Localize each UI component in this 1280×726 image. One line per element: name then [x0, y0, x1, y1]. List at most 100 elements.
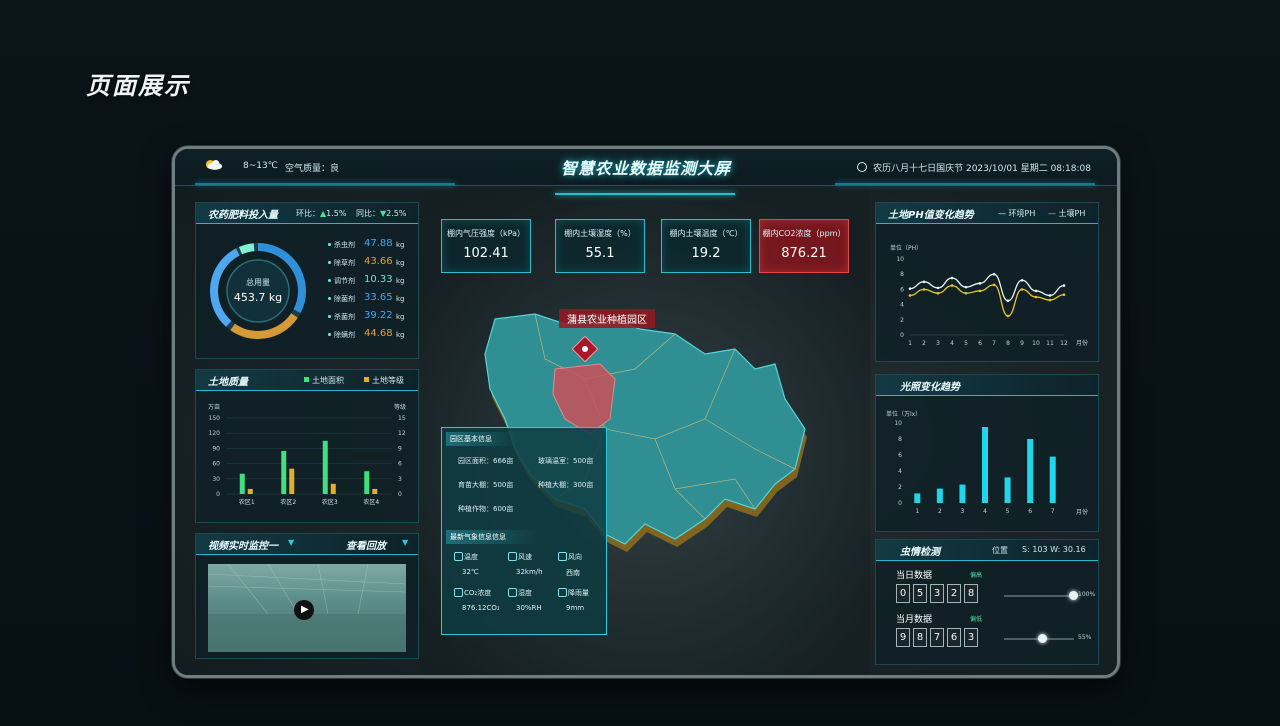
thermometer-icon	[454, 552, 463, 561]
video-dropdown-icon[interactable]: ▼	[288, 538, 294, 547]
land-grade-bar	[247, 488, 253, 494]
mom-label: 同比：	[356, 209, 380, 218]
ph-point	[1048, 294, 1052, 297]
playback-link[interactable]: 查看回放	[346, 537, 386, 552]
header-deco-center	[555, 193, 735, 195]
counter-digit: 8	[964, 584, 978, 603]
ph-x-tick: 6	[978, 340, 982, 347]
land-x-label: 农区3	[322, 498, 338, 506]
fertilizer-item-unit: kg	[396, 313, 405, 321]
land-y-right-tick: 3	[398, 476, 402, 483]
ph-y-tick: 10	[896, 256, 904, 263]
land-area-bar	[364, 471, 370, 494]
land-y-left-tick: 60	[212, 461, 220, 468]
ph-y-tick: 8	[900, 271, 904, 278]
light-x-tick: 7	[1051, 508, 1055, 515]
ph-point	[1048, 298, 1052, 302]
month-slider-knob[interactable]	[1037, 634, 1047, 643]
today-slider-knob[interactable]	[1069, 591, 1078, 600]
ph-point	[978, 289, 982, 293]
ph-point	[1034, 289, 1038, 293]
metric-label: 棚内土壤湿度（%）	[564, 229, 636, 238]
legend-land-area-label: 土地面积	[312, 376, 344, 385]
ph-chart: 10864201 2 3 4 5 6 7 8 9 10 11 12	[896, 256, 1068, 347]
land-area-bar	[322, 440, 328, 494]
land-chart: 150 15120 1290 960 630 30 0农区1 农区2 农区3 农区4	[209, 415, 406, 506]
play-button[interactable]: ▶	[294, 600, 314, 620]
donut-center-label: 总用量	[246, 278, 270, 287]
ph-x-tick: 10	[1032, 340, 1040, 347]
metric-label: 棚内CO2浓度（ppm）	[762, 229, 846, 238]
land-title-bar: 土地质量 土地面积 土地等级	[196, 370, 418, 391]
today-label: 当日数据	[896, 571, 933, 581]
light-panel: 光照变化趋势 单位（万lx） 月份 10 8 6 4 2 0 1 2 3 4 5 6 7	[875, 374, 1099, 532]
ph-x-tick: 1	[908, 340, 912, 347]
park-info-cell: 玻璃温室：500亩	[538, 457, 594, 465]
land-area-bar	[281, 450, 287, 494]
ph-point	[1062, 293, 1066, 297]
weather-label: 温度	[464, 553, 478, 561]
metric-box: 棚内CO2浓度（ppm） 876.21	[759, 219, 849, 273]
counter-digit: 9	[896, 628, 910, 647]
pest-position-label: 位置	[992, 546, 1008, 555]
legend-land-grade: 土地等级	[364, 375, 404, 386]
land-x-label: 农区2	[280, 498, 296, 506]
park-info-cell: 育苗大棚：500亩	[458, 481, 514, 489]
today-percent: 100%	[1078, 591, 1096, 598]
fertilizer-item-value: 33.65	[364, 292, 393, 303]
fertilizer-item-value: 39.22	[364, 310, 393, 321]
land-grade-bar	[372, 488, 378, 494]
light-bar	[936, 488, 943, 503]
video-feed[interactable]: ▶	[208, 564, 406, 652]
metric-box: 棚内气压强度（kPa） 102.41	[441, 219, 531, 273]
light-y-tick: 0	[898, 500, 902, 507]
metric-value: 102.41	[463, 246, 509, 261]
land-y-right-tick: 15	[398, 415, 406, 422]
fertilizer-item-unit: kg	[396, 241, 405, 249]
light-bar	[1049, 456, 1056, 503]
light-bar	[959, 484, 966, 503]
co2-icon	[454, 588, 463, 597]
video-title[interactable]: 视频实时监控一	[208, 537, 278, 552]
fertilizer-item-unit: kg	[396, 259, 405, 267]
ph-x-tick: 3	[936, 340, 940, 347]
legend-land-grade-label: 土地等级	[372, 376, 404, 385]
ph-x-tick: 7	[992, 340, 996, 347]
header-deco-right	[835, 183, 1095, 185]
ph-point	[1020, 288, 1024, 291]
pest-panel: 虫情检测 位置 S: 103 W: 30.16 当日数据 偏高 05328 10…	[875, 539, 1099, 665]
ph-y-tick: 4	[900, 302, 904, 309]
fertilizer-mom: 同比：▼2.5%	[356, 208, 406, 219]
playback-dropdown-icon[interactable]: ▼	[402, 538, 408, 547]
land-grade-bar	[289, 468, 295, 494]
wind-direction-icon	[558, 552, 567, 561]
page-heading: 页面展示	[86, 72, 190, 100]
datetime: 农历八月十七日国庆节 2023/10/01 星期二 08:18:08	[857, 161, 1091, 174]
land-y-right-tick: 12	[398, 430, 406, 437]
fertilizer-item-name: 杀菌剂	[334, 313, 355, 321]
counter-digit: 3	[964, 628, 978, 647]
counter-digit: 5	[913, 584, 927, 603]
yoy-label: 环比：	[296, 209, 320, 218]
light-y-tick: 2	[898, 484, 902, 491]
metric-box: 棚内土壤温度（℃） 19.2	[661, 219, 751, 273]
land-y-left-tick: 90	[212, 445, 220, 452]
dashboard-screen: 8~13℃ 空气质量：良 智慧农业数据监测大屏 农历八月十七日国庆节 2023/…	[175, 149, 1117, 675]
fertilizer-item-name: 除菌剂	[334, 295, 355, 303]
counter-digit: 0	[896, 584, 910, 603]
ph-point	[1062, 284, 1066, 287]
top-bar: 8~13℃ 空气质量：良 智慧农业数据监测大屏 农历八月十七日国庆节 2023/…	[175, 149, 1117, 186]
fertilizer-title: 农药肥料投入量	[208, 210, 278, 221]
fertilizer-item-dot	[328, 333, 331, 336]
ph-x-tick: 9	[1020, 340, 1024, 347]
light-x-tick: 2	[938, 508, 942, 515]
humidity-icon	[508, 588, 517, 597]
weather-value: 9mm	[566, 604, 585, 612]
rainfall-icon	[558, 588, 567, 597]
ph-point	[1034, 295, 1038, 299]
light-bar	[982, 427, 988, 503]
legend-swatch-yellow	[364, 377, 369, 382]
today-slider-track[interactable]	[1004, 595, 1074, 597]
park-info-cell: 种植作物：600亩	[458, 505, 514, 513]
park-info-cell: 种植大棚：300亩	[538, 481, 594, 489]
